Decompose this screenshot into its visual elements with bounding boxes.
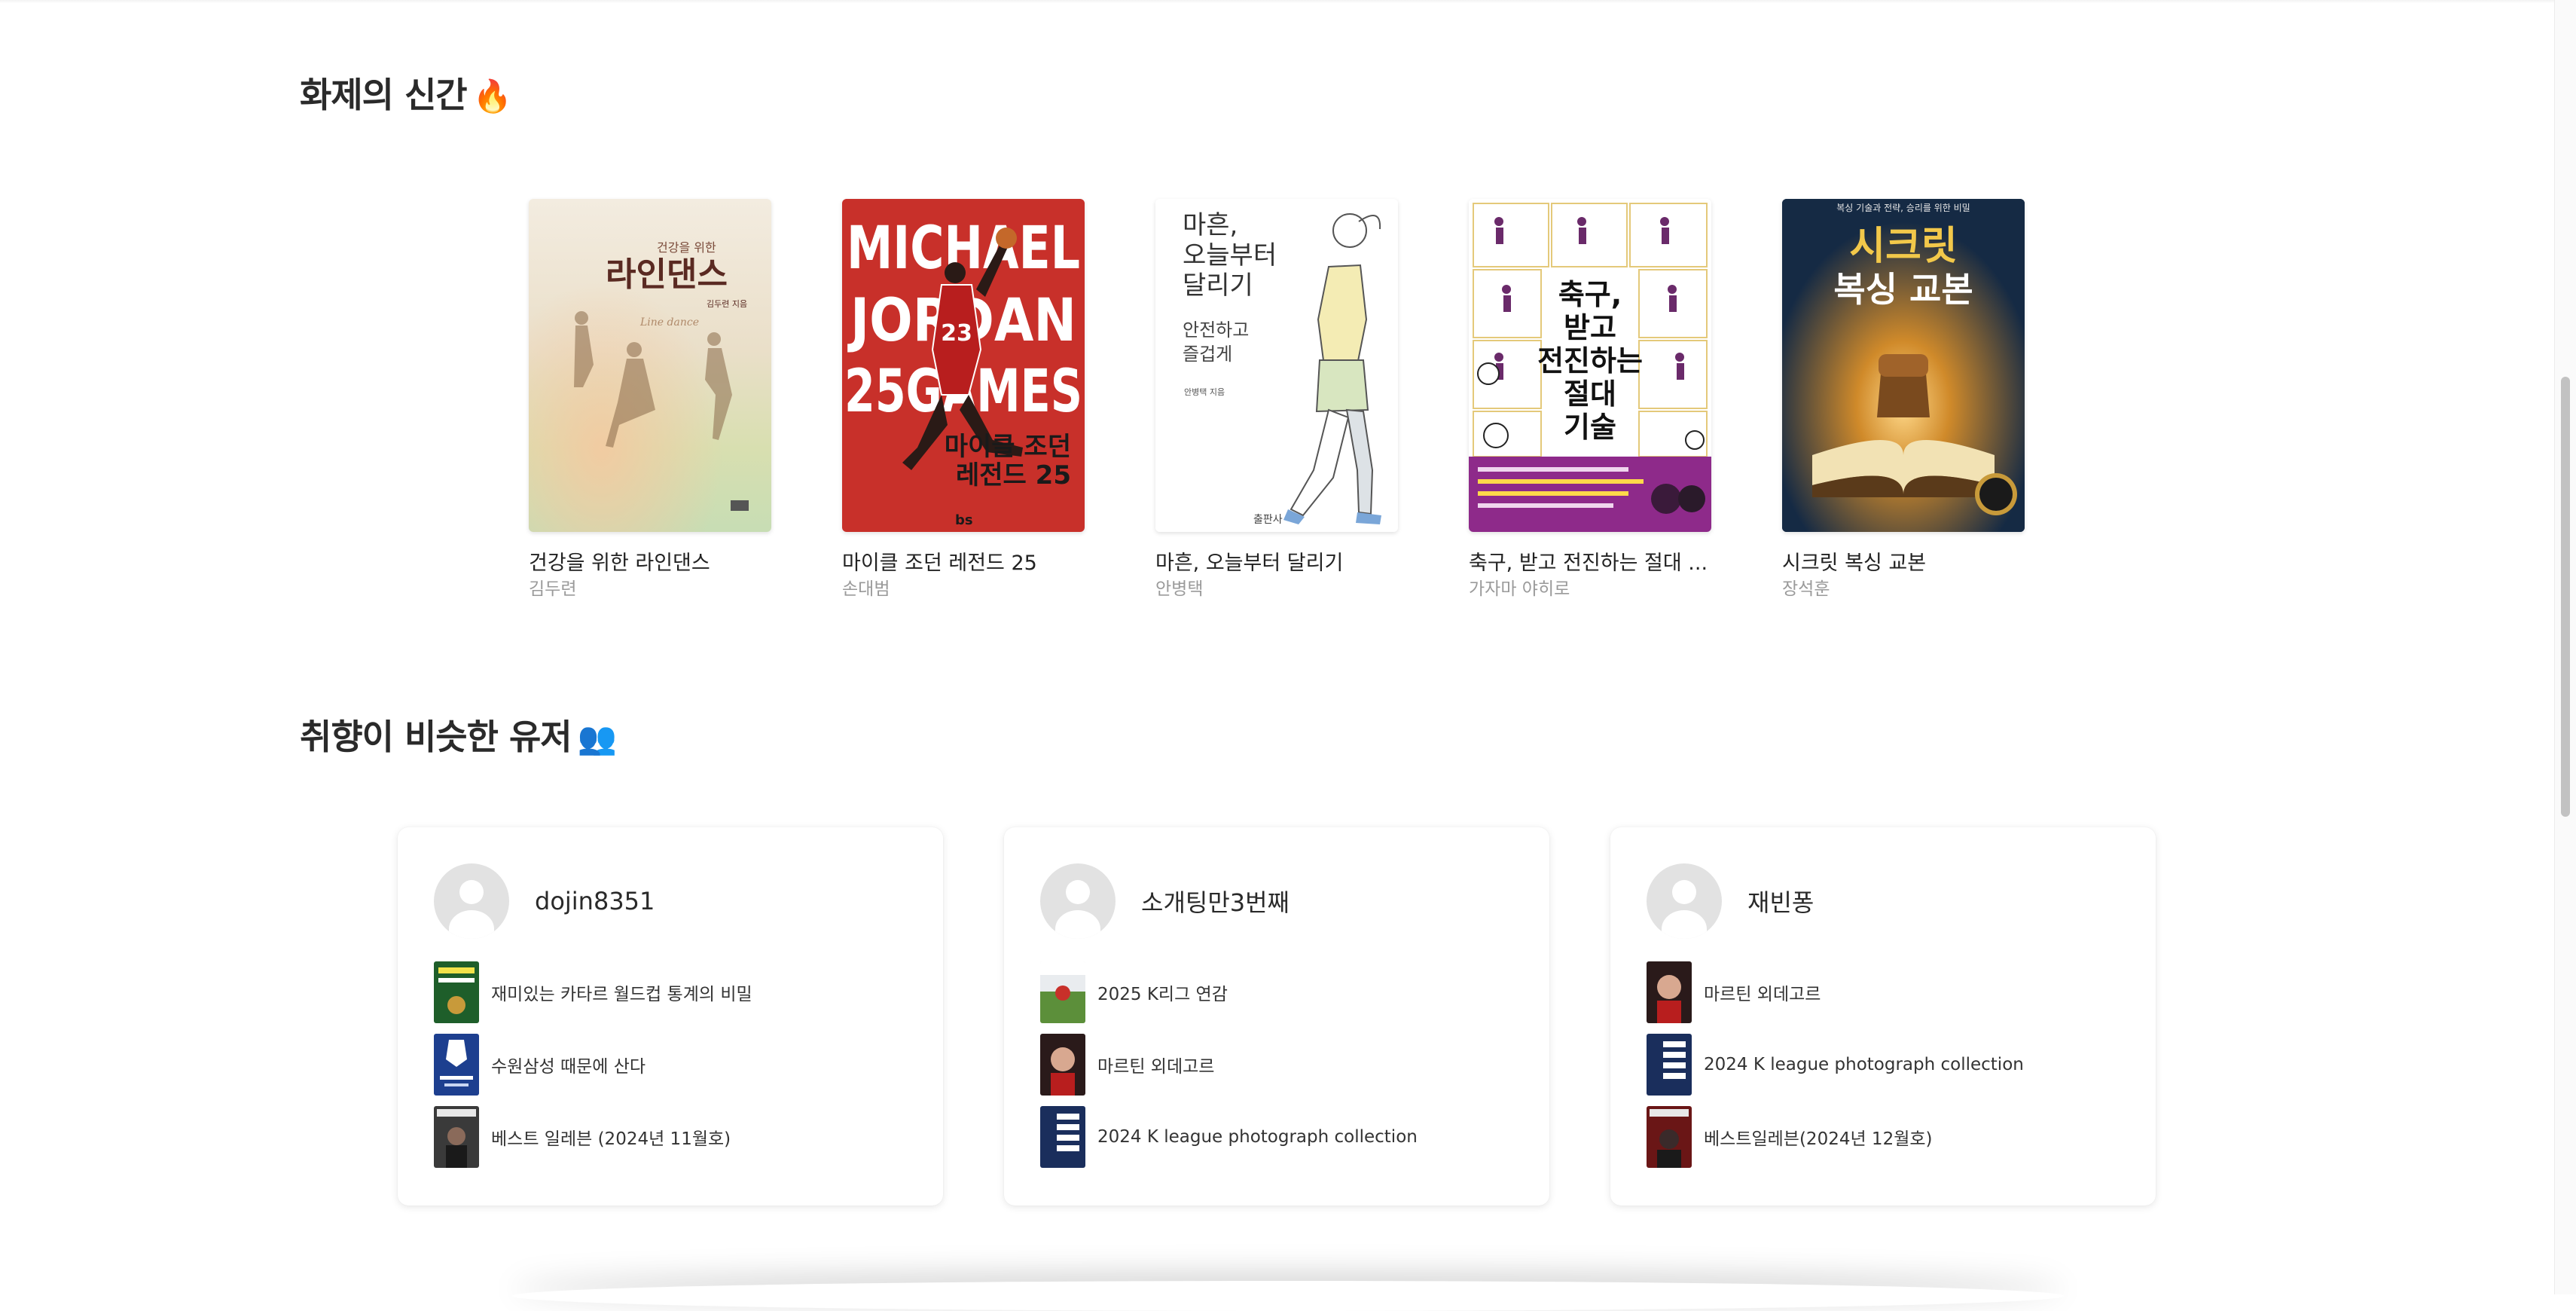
book-thumbnail[interactable] <box>1647 1106 1692 1168</box>
user-card[interactable]: dojin8351 재미있는 카타르 월드컵 통계의 비밀 수원삼성 때문에 산… <box>398 827 943 1206</box>
user-card[interactable]: 소개팅만3번째 2025 K리그 연감 마르틴 외데고르 2024 K leag… <box>1004 827 1549 1206</box>
book-thumbnail[interactable] <box>434 1034 479 1096</box>
book-thumbnail[interactable] <box>1040 1034 1085 1096</box>
user-name[interactable]: 재빈퐁 <box>1747 884 1814 918</box>
fire-icon: 🔥 <box>472 78 512 115</box>
cover-text: 시크릿 <box>1849 224 1958 269</box>
book-cover[interactable]: 마흔, 오늘부터 달리기 안전하고 즐겁게 안병택 지음 출판사 <box>1155 199 1398 532</box>
user-card[interactable]: 재빈퐁 마르틴 외데고르 2024 K league photograph co… <box>1610 827 2156 1206</box>
book-card[interactable]: 마흔, 오늘부터 달리기 안전하고 즐겁게 안병택 지음 출판사 마흔, 오늘부… <box>1155 199 1398 601</box>
book-author: 안병택 <box>1155 579 1204 599</box>
cover-text: 전진하는 <box>1537 344 1643 377</box>
user-book-title[interactable]: 베스트일레븐(2024년 12월호) <box>1704 1124 1933 1150</box>
vertical-scrollbar[interactable] <box>2554 0 2576 1294</box>
list-item[interactable]: 2024 K league photograph collection <box>1040 1106 1418 1168</box>
cover-text: 건강을 위한 <box>657 240 716 255</box>
book-card[interactable]: MICHAEL JORDAN 25GAMES 23 마이클 조던 레전드 25 … <box>842 199 1085 601</box>
cover-text: Line dance <box>639 316 699 329</box>
list-item[interactable]: 재미있는 카타르 월드컵 통계의 비밀 <box>434 961 752 1023</box>
book-card[interactable]: 복싱 기술과 전략, 승리를 위한 비밀 시크릿 복싱 교본 시크릿 복싱 교본… <box>1782 199 2025 601</box>
user-book-title[interactable]: 재미있는 카타르 월드컵 통계의 비밀 <box>491 979 752 1005</box>
book-thumbnail[interactable] <box>1040 1106 1085 1168</box>
book-thumbnail[interactable] <box>1647 1034 1692 1096</box>
book-title[interactable]: 건강을 위한 라인댄스 <box>529 550 771 577</box>
user-book-title[interactable]: 마르틴 외데고르 <box>1704 979 1821 1005</box>
user-book-list: 2025 K리그 연감 마르틴 외데고르 2024 K league photo… <box>1040 961 1418 1178</box>
book-title[interactable]: 마흔, 오늘부터 달리기 <box>1155 550 1398 577</box>
cover-text: 마이클 조던 <box>945 432 1071 462</box>
cover-text: 기술 <box>1564 411 1616 444</box>
new-releases-heading: 화제의 신간 🔥 <box>300 68 512 118</box>
book-cover[interactable]: 건강을 위한 라인댄스 김두련 지음 Line dance <box>529 199 771 532</box>
avatar[interactable] <box>1040 863 1116 939</box>
cover-text: bs <box>955 512 973 528</box>
user-header[interactable]: 재빈퐁 <box>1647 863 1814 939</box>
svg-text:출판사: 출판사 <box>1253 514 1283 526</box>
book-card[interactable]: 축구, 받고 전진하는 절대 기술 축구, 받고 전진하는 절대 ... 가자마… <box>1469 199 1711 601</box>
book-thumbnail[interactable] <box>434 1106 479 1168</box>
user-book-list: 마르틴 외데고르 2024 K league photograph collec… <box>1647 961 2024 1178</box>
book-title[interactable]: 축구, 받고 전진하는 절대 ... <box>1469 550 1711 577</box>
user-name[interactable]: dojin8351 <box>535 887 655 915</box>
book-author: 가자마 야히로 <box>1469 579 1570 599</box>
users-icon: 👥 <box>577 720 617 756</box>
user-book-title[interactable]: 수원삼성 때문에 산다 <box>491 1052 646 1077</box>
scrollbar-thumb[interactable] <box>2561 377 2570 817</box>
book-author: 김두련 <box>529 579 577 599</box>
similar-users-heading: 취향이 비슷한 유저 👥 <box>300 710 617 759</box>
list-item[interactable]: 2025 K리그 연감 <box>1040 961 1418 1023</box>
list-item[interactable]: 마르틴 외데고르 <box>1040 1034 1418 1096</box>
cover-text: 받고 <box>1564 311 1616 344</box>
cover-text: 마흔, <box>1183 210 1238 240</box>
cover-text: 안병택 지음 <box>1184 387 1225 397</box>
user-header[interactable]: dojin8351 <box>434 863 655 939</box>
list-item[interactable]: 마르틴 외데고르 <box>1647 961 2024 1023</box>
user-book-title[interactable]: 2024 K league photograph collection <box>1097 1127 1418 1147</box>
list-item[interactable]: 베스트 일레븐 (2024년 11월호) <box>434 1106 752 1168</box>
cover-text: 축구, <box>1558 278 1622 311</box>
book-thumbnail[interactable] <box>1647 961 1692 1023</box>
similar-users-title: 취향이 비슷한 유저 <box>300 717 572 757</box>
cover-text: 레전드 25 <box>956 460 1071 490</box>
book-cover[interactable]: MICHAEL JORDAN 25GAMES 23 마이클 조던 레전드 25 … <box>842 199 1085 532</box>
book-author: 장석훈 <box>1782 579 1830 599</box>
list-item[interactable]: 2024 K league photograph collection <box>1647 1034 2024 1096</box>
list-item[interactable]: 베스트일레븐(2024년 12월호) <box>1647 1106 2024 1168</box>
main-page: 화제의 신간 🔥 건강을 위한 라인댄스 김두련 지음 Line dance 건… <box>0 0 2555 1294</box>
cover-text: 오늘부터 <box>1183 240 1277 270</box>
user-header[interactable]: 소개팅만3번째 <box>1040 863 1290 939</box>
list-item[interactable]: 수원삼성 때문에 산다 <box>434 1034 752 1096</box>
book-cover[interactable]: 복싱 기술과 전략, 승리를 위한 비밀 시크릿 복싱 교본 <box>1782 199 2025 532</box>
cover-text: 복싱 기술과 전략, 승리를 위한 비밀 <box>1836 203 1970 213</box>
cover-text: 달리기 <box>1183 270 1253 301</box>
user-name[interactable]: 소개팅만3번째 <box>1141 884 1290 918</box>
book-thumbnail[interactable] <box>1040 961 1085 1023</box>
book-author: 손대범 <box>842 579 890 599</box>
svg-text:23: 23 <box>941 320 972 347</box>
book-title[interactable]: 시크릿 복싱 교본 <box>1782 550 2025 577</box>
cover-text: 절대 <box>1564 377 1616 411</box>
book-thumbnail[interactable] <box>434 961 479 1023</box>
user-book-title[interactable]: 베스트 일레븐 (2024년 11월호) <box>491 1124 731 1150</box>
book-title[interactable]: 마이클 조던 레전드 25 <box>842 550 1085 577</box>
cover-text: 안전하고 <box>1183 319 1249 341</box>
cover-text: 라인댄스 <box>606 255 728 294</box>
cover-text: 즐겁게 <box>1183 344 1232 365</box>
cover-text: 김두련 지음 <box>707 299 747 309</box>
avatar[interactable] <box>434 863 509 939</box>
user-book-title[interactable]: 2025 K리그 연감 <box>1097 979 1228 1005</box>
book-cover[interactable]: 축구, 받고 전진하는 절대 기술 <box>1469 199 1711 532</box>
avatar[interactable] <box>1647 863 1722 939</box>
book-card[interactable]: 건강을 위한 라인댄스 김두련 지음 Line dance 건강을 위한 라인댄… <box>529 199 771 601</box>
next-section-edge <box>512 1281 2064 1311</box>
user-book-title[interactable]: 2024 K league photograph collection <box>1704 1055 2024 1074</box>
user-book-title[interactable]: 마르틴 외데고르 <box>1097 1052 1214 1077</box>
top-edge-divider <box>0 0 2555 3</box>
new-releases-title: 화제의 신간 <box>300 75 468 115</box>
cover-text: 복싱 교본 <box>1833 269 1973 310</box>
user-book-list: 재미있는 카타르 월드컵 통계의 비밀 수원삼성 때문에 산다 베스트 일레븐 … <box>434 961 752 1178</box>
